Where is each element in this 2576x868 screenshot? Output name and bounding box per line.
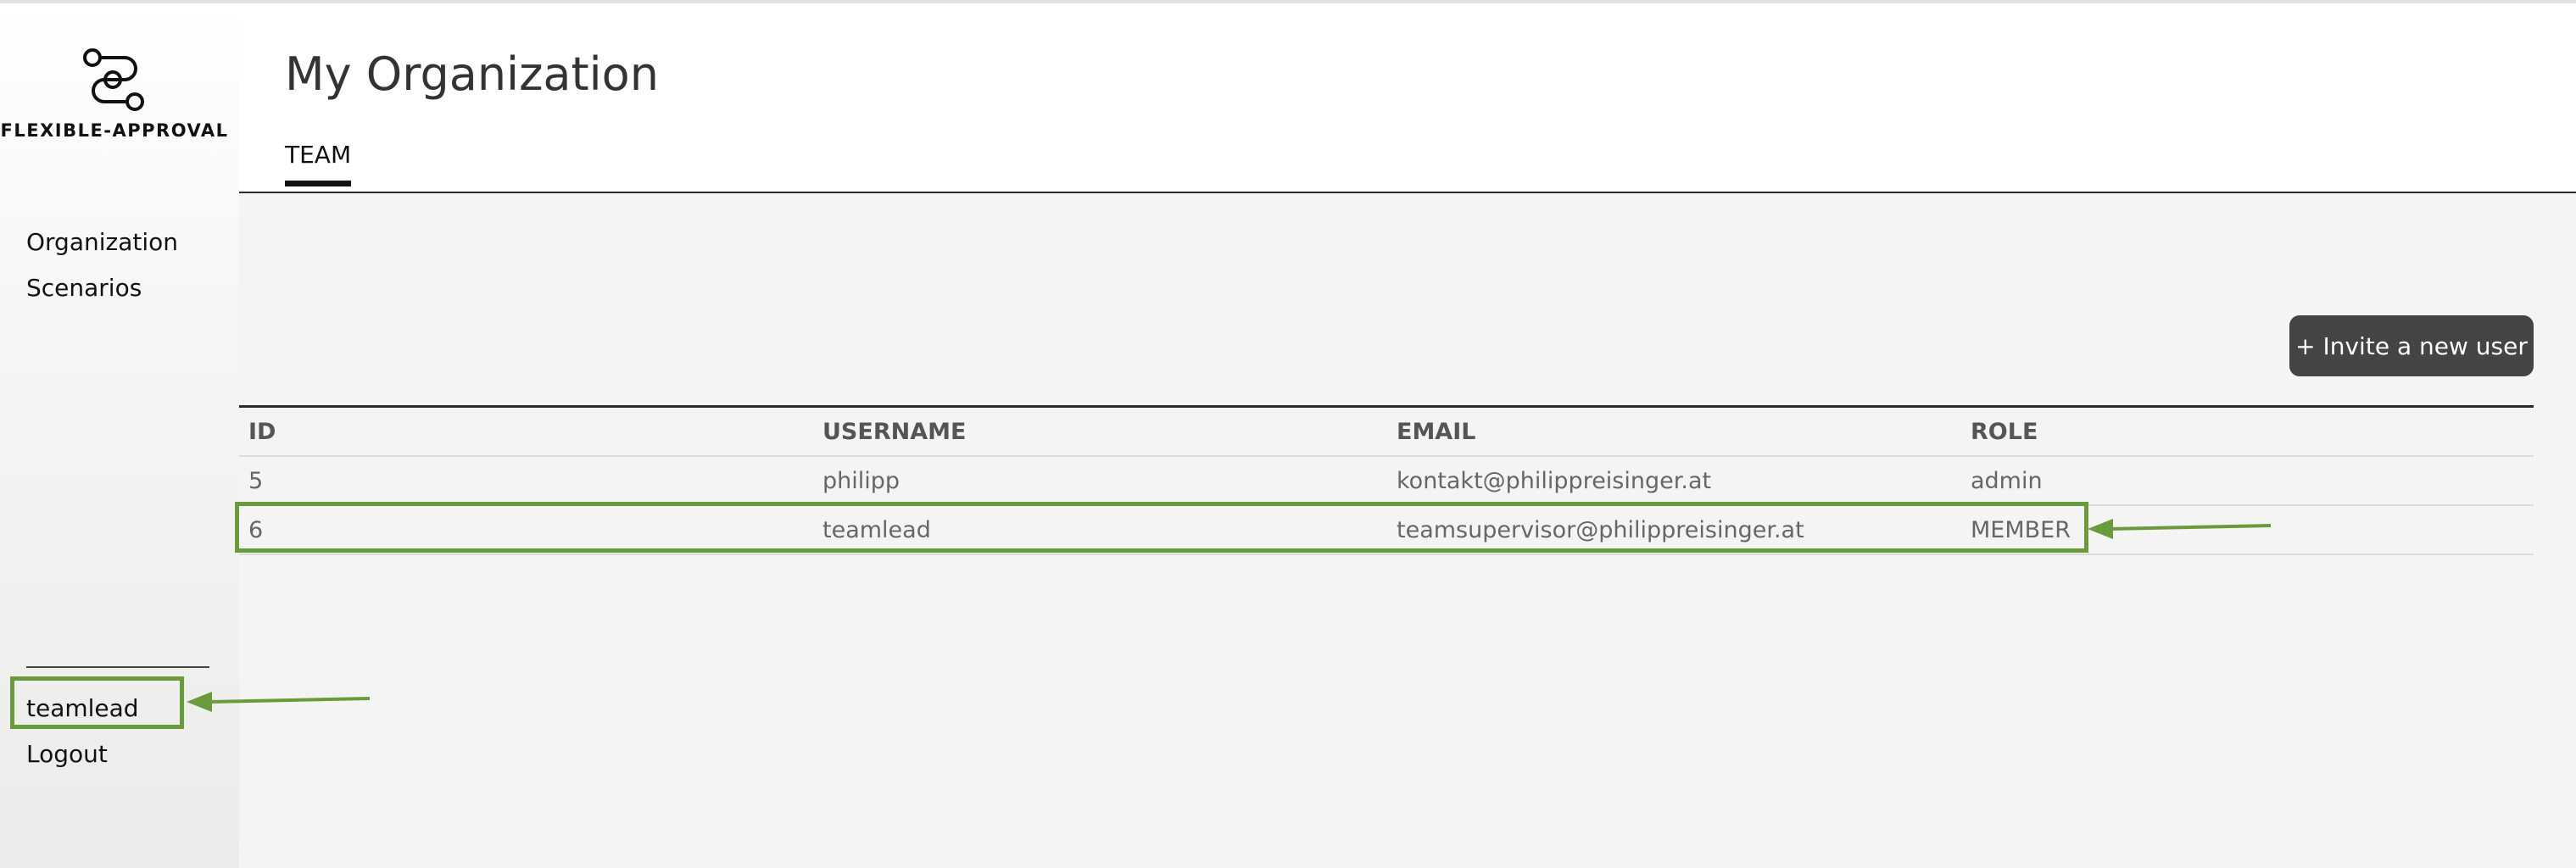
- cell-username: teamlead: [813, 505, 1387, 555]
- invite-user-button[interactable]: + Invite a new user: [2289, 315, 2534, 376]
- logout-link[interactable]: Logout: [26, 732, 139, 777]
- page-header: My Organization TEAM: [239, 3, 2576, 193]
- page-title: My Organization: [285, 47, 659, 101]
- sidebar-nav: Organization Scenarios: [26, 220, 178, 311]
- cell-email: teamsupervisor@philippreisinger.at: [1387, 505, 1961, 555]
- sidebar-item-scenarios[interactable]: Scenarios: [26, 265, 178, 311]
- sidebar-item-organization[interactable]: Organization: [26, 220, 178, 265]
- workflow-icon: [83, 48, 144, 111]
- sidebar-divider: [26, 666, 209, 668]
- cell-role: MEMBER: [1961, 505, 2534, 555]
- app-window: FLEXIBLE-APPROVAL Organization Scenarios…: [0, 0, 2576, 868]
- logo-text: FLEXIBLE-APPROVAL: [0, 120, 229, 141]
- cell-username: philipp: [813, 456, 1387, 506]
- cell-role: admin: [1961, 456, 2534, 506]
- table-header-row: ID USERNAME EMAIL ROLE: [239, 406, 2534, 457]
- table-row[interactable]: 6 teamlead teamsupervisor@philippreising…: [239, 505, 2534, 555]
- column-header-username[interactable]: USERNAME: [813, 406, 1387, 457]
- current-user-link[interactable]: teamlead: [26, 686, 139, 732]
- team-table: ID USERNAME EMAIL ROLE 5 philipp kontakt…: [239, 405, 2534, 555]
- main-panel: My Organization TEAM + Invite a new user…: [239, 3, 2576, 868]
- column-header-role[interactable]: ROLE: [1961, 406, 2534, 457]
- app-logo[interactable]: FLEXIBLE-APPROVAL: [0, 47, 229, 141]
- column-header-email[interactable]: EMAIL: [1387, 406, 1961, 457]
- table-row[interactable]: 5 philipp kontakt@philippreisinger.at ad…: [239, 456, 2534, 506]
- team-content: + Invite a new user ID USERNAME EMAIL RO…: [239, 193, 2576, 868]
- sidebar-user-section: teamlead Logout: [26, 686, 139, 777]
- column-header-id[interactable]: ID: [239, 406, 813, 457]
- tab-team[interactable]: TEAM: [285, 141, 352, 186]
- cell-id: 6: [239, 505, 813, 555]
- cell-id: 5: [239, 456, 813, 506]
- cell-email: kontakt@philippreisinger.at: [1387, 456, 1961, 506]
- sidebar: FLEXIBLE-APPROVAL Organization Scenarios…: [0, 3, 239, 868]
